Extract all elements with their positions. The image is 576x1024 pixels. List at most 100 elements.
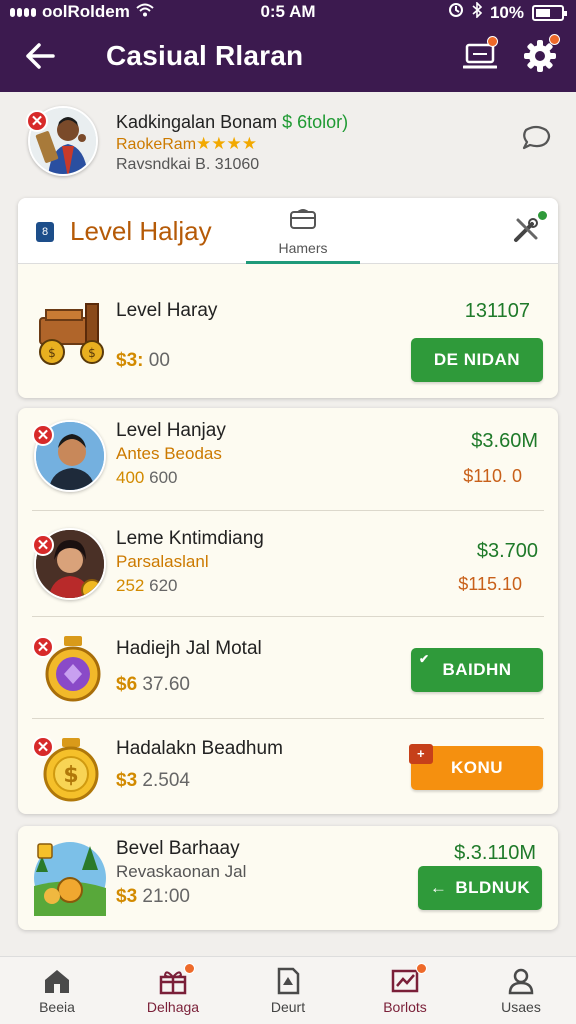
list-item-1-amount-prefix: 400	[116, 468, 145, 487]
bottom-card-amount-prefix: $3	[116, 886, 138, 907]
battery-percent: 10%	[489, 2, 524, 22]
bottom-card-action-button[interactable]: ← BLDNUK	[418, 866, 542, 910]
settings-badge	[549, 34, 560, 45]
list-item-3-amount: $6 37.60	[116, 674, 190, 696]
list-item-1-amount-value: 600	[149, 468, 178, 487]
nav-label-chart: Borlots	[383, 999, 427, 1015]
profile-name-text: Kadkingalan Bonam	[116, 112, 278, 132]
list-item-4-amount: $3 2.504	[116, 770, 190, 792]
battery-icon	[532, 4, 567, 21]
nav-chart-badge	[416, 963, 427, 974]
tab-hamers[interactable]: Hamers	[246, 204, 360, 264]
tab-active-underline	[246, 261, 360, 264]
tab-row: 8 Level Haljay Hamers	[18, 198, 558, 264]
nav-label-home: Beeia	[39, 999, 75, 1015]
list-divider	[32, 718, 544, 719]
profile-balance: Ravsndkai B. 31060	[116, 156, 260, 173]
bluetooth-icon	[472, 1, 483, 23]
bottom-card-amount: $3 21:00	[116, 886, 190, 908]
nav-label-user: Usaes	[501, 999, 541, 1015]
chart-icon	[391, 969, 419, 993]
tab-hamers-label: Hamers	[278, 240, 328, 256]
nav-item-user[interactable]: Usaes	[476, 957, 566, 1024]
nav-item-document[interactable]: Deurt	[243, 957, 333, 1024]
list-item-2-right-top: $3.700	[476, 540, 538, 562]
bottom-card-action-label: BLDNUK	[455, 878, 531, 897]
featured-right-value: 131107	[464, 300, 530, 322]
list-item-4-amount-value: 2.504	[142, 770, 190, 791]
list-item-1-right-bottom: $110. 0	[463, 466, 522, 486]
list-item-1-remove[interactable]: ✕	[32, 424, 54, 446]
box-icon	[290, 209, 316, 229]
list-item-3-action-label: BAIDHN	[442, 660, 512, 679]
bottom-card-subtitle: Revaskaonan Jal	[116, 862, 247, 881]
list-item-3-amount-prefix: $6	[116, 674, 138, 695]
status-bar: oolRoldem 0:5 AM 10%	[0, 0, 576, 24]
chat-bubble-icon	[522, 125, 551, 150]
list-item-2-remove[interactable]: ✕	[32, 534, 54, 556]
featured-action-button[interactable]: DE NIDAN	[411, 338, 543, 382]
list-item-3-remove[interactable]: ✕	[32, 636, 54, 658]
list-item-2-right-bottom: $115.10	[458, 574, 522, 594]
nav-label-gift: Delhaga	[146, 999, 200, 1015]
list-item-4-amount-prefix: $3	[116, 770, 138, 791]
list-item-4-title: Hadalakn Beadhum	[116, 738, 283, 759]
rating-stars: ★★★★	[196, 134, 257, 153]
list-item-1-amount: 400 600	[116, 468, 177, 488]
bottom-card-amount-value: 21:00	[142, 886, 190, 907]
list-item-4-action-label: KONU	[450, 758, 504, 777]
user-icon	[508, 968, 534, 995]
list-item-1-title: Level Hanjay	[116, 420, 226, 441]
list-item-3-action-button[interactable]: ✔ BAIDHN	[411, 648, 543, 692]
back-button[interactable]	[20, 38, 60, 74]
profile-rank-text: RaokeRam	[116, 136, 197, 153]
profile-remove-badge[interactable]: ✕	[26, 110, 48, 132]
list-item-4-action-button[interactable]: + KONU	[409, 744, 543, 790]
list-item-2-amount-prefix: 252	[116, 576, 145, 595]
list-item-2-amount: 252 620	[116, 576, 177, 596]
bottom-card-title: Bevel Barhaay	[116, 838, 240, 859]
list-item-2-amount-value: 620	[149, 576, 178, 595]
featured-amount-prefix: $3:	[116, 350, 144, 371]
document-icon	[277, 967, 300, 995]
tab-level-title[interactable]: Level Haljay	[70, 216, 212, 247]
chat-bubble-button[interactable]	[520, 124, 552, 152]
tools-button[interactable]	[512, 210, 548, 248]
featured-amount-value: 00	[148, 350, 170, 371]
nav-gift-badge	[184, 963, 195, 974]
svg-text:$: $	[63, 763, 78, 788]
arrow-left-small-icon: ←	[429, 878, 448, 897]
cart-image: $ $	[32, 296, 108, 372]
chat-button[interactable]	[460, 36, 500, 76]
gift-icon	[159, 971, 187, 995]
level-card: 8 Level Haljay Hamers $ $ Level Haray $3…	[18, 198, 558, 398]
status-right: 10%	[448, 1, 567, 23]
settings-button[interactable]	[520, 34, 560, 76]
arrow-left-icon	[26, 43, 55, 69]
svg-text:$: $	[88, 346, 96, 360]
check-icon: ✔	[419, 652, 430, 666]
nav-item-gift[interactable]: Delhaga	[128, 957, 218, 1024]
list-item-2-subtitle: Parsalaslanl	[116, 552, 209, 571]
alarm-icon	[448, 2, 464, 23]
list-item-3-amount-value: 37.60	[142, 674, 190, 695]
list-divider	[32, 616, 544, 617]
list-item-3-title: Hadiejh Jal Motal	[116, 638, 262, 659]
profile-rank: RaokeRam★★★★	[116, 134, 257, 154]
bottom-nav: Beeia Delhaga Deurt Borlots Usaes	[0, 956, 576, 1024]
tools-badge	[537, 210, 548, 221]
list-card: ✕ Level Hanjay Antes Beodas 400 600 $3.6…	[18, 408, 558, 814]
profile-name-extra: $ 6tolor)	[282, 112, 349, 132]
profile-name: Kadkingalan Bonam $ 6tolor)	[116, 112, 348, 133]
nav-item-home[interactable]: Beeia	[12, 957, 102, 1024]
home-icon	[45, 970, 69, 993]
plus-badge-icon: +	[409, 744, 433, 764]
page-title: Casiual Rlaran	[106, 40, 304, 71]
bottom-card-right-top: $.3.110M	[454, 842, 536, 864]
featured-amount: $3: 00	[116, 350, 170, 372]
nav-item-chart[interactable]: Borlots	[360, 957, 450, 1024]
bottom-card: Bevel Barhaay Revaskaonan Jal $3 21:00 $…	[18, 826, 558, 930]
svg-text:$: $	[48, 346, 56, 360]
level-chip: 8	[36, 222, 54, 242]
list-item-4-remove[interactable]: ✕	[32, 736, 54, 758]
